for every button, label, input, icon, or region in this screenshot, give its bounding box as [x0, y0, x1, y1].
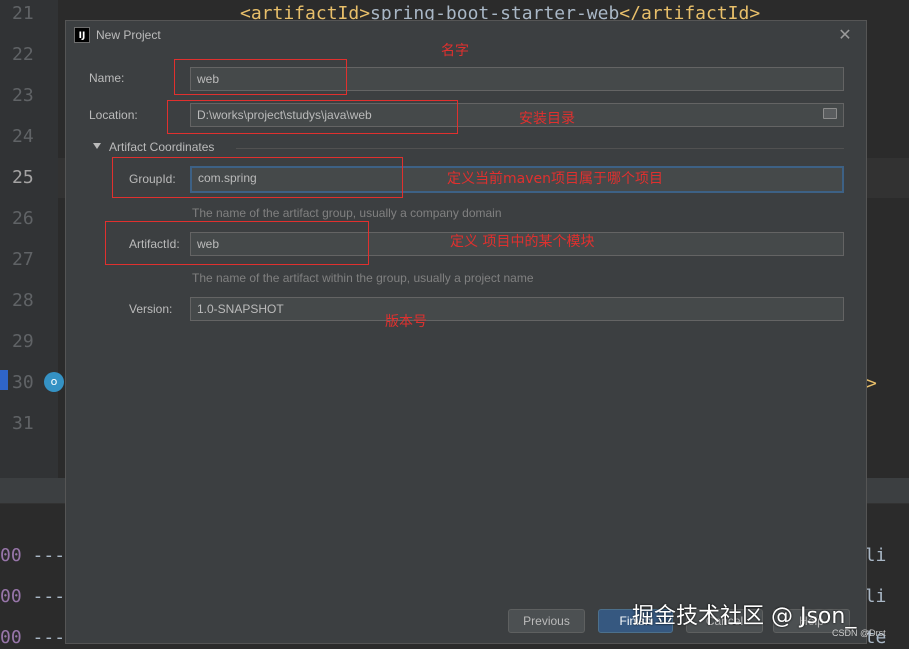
intellij-logo-icon: IJ — [74, 27, 90, 43]
version-field[interactable]: 1.0-SNAPSHOT — [190, 297, 844, 321]
groupid-annotation-box — [112, 157, 403, 198]
run-gutter-icon[interactable]: o — [44, 372, 64, 392]
line-number: 28 — [12, 290, 34, 311]
groupid-hint: The name of the artifact group, usually … — [192, 206, 502, 220]
line-marker — [0, 370, 8, 390]
line-number: 23 — [12, 85, 34, 106]
groupid-annotation: 定义当前maven项目属于哪个项目 — [447, 171, 663, 187]
close-icon[interactable]: ✕ — [836, 25, 854, 45]
console-line: 00 ---lete — [0, 627, 886, 648]
line-number: 24 — [12, 126, 34, 147]
code-trailing-tag: > — [866, 373, 877, 394]
previous-button[interactable]: Previous — [508, 609, 585, 633]
artifactid-annotation: 定义 项目中的某个模块 — [450, 234, 595, 250]
location-annotation: 安装目录 — [519, 111, 575, 127]
name-label: Name: — [89, 71, 125, 85]
watermark: 掘金技术社区 @ Json_ — [632, 604, 857, 629]
console-line: 00 ---iali — [0, 545, 886, 566]
line-number: 29 — [12, 331, 34, 352]
line-number: 26 — [12, 208, 34, 229]
line-number: 25 — [12, 167, 34, 188]
line-number: 21 — [12, 3, 34, 24]
folder-icon[interactable] — [823, 108, 837, 119]
version-annotation: 版本号 — [385, 314, 427, 330]
location-label: Location: — [89, 108, 138, 122]
dialog-title: New Project — [96, 28, 161, 42]
line-number: 30 — [12, 372, 34, 393]
version-label: Version: — [129, 302, 173, 316]
csdn-watermark: CSDN @Drst — [832, 628, 886, 638]
console-line: 00 ---iali — [0, 586, 886, 607]
collapse-arrow-icon[interactable] — [93, 143, 101, 149]
line-number-gutter: 21 22 23 24 25 26 27 28 29 30 31 — [0, 0, 58, 478]
line-number: 31 — [12, 413, 34, 434]
artifactid-annotation-box — [105, 221, 369, 265]
name-annotation: 名字 — [441, 43, 469, 59]
artifact-coordinates-section-title[interactable]: Artifact Coordinates — [109, 140, 214, 154]
line-number: 22 — [12, 44, 34, 65]
section-divider — [236, 148, 844, 149]
name-annotation-box — [174, 59, 347, 95]
artifactid-hint: The name of the artifact within the grou… — [192, 271, 534, 285]
line-number: 27 — [12, 249, 34, 270]
location-annotation-box — [167, 100, 458, 134]
